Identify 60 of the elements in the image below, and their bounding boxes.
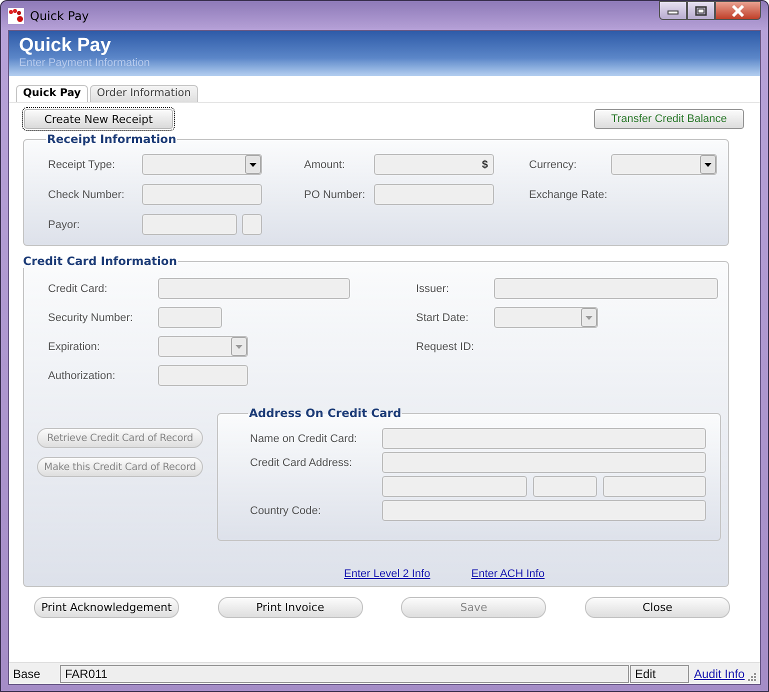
input-field[interactable] [494, 278, 718, 299]
transfer-balance-button[interactable]: Transfer Credit Balance [594, 109, 744, 129]
field-label: Name on Credit Card: [250, 432, 358, 444]
tab[interactable]: Quick Pay [16, 85, 88, 102]
dropdown-field[interactable] [142, 154, 262, 175]
info-link[interactable]: Enter ACH Info [471, 568, 545, 580]
amount-field[interactable]: $ [374, 154, 494, 175]
section-title: Address On Credit Card [248, 406, 402, 420]
field-label: Amount: [304, 158, 346, 170]
section-title: Receipt Information [46, 132, 178, 146]
input-field[interactable] [158, 307, 222, 328]
maximize-icon [695, 6, 707, 16]
info-link[interactable]: Enter Level 2 Info [344, 568, 430, 580]
create-receipt-button[interactable]: Create New Receipt [24, 109, 173, 129]
maximize-button[interactable] [687, 1, 715, 20]
input-field[interactable] [142, 214, 237, 235]
form-code-field: FAR011 [60, 664, 629, 682]
minimize-button[interactable] [659, 1, 687, 20]
input-field[interactable] [142, 184, 262, 205]
field-label: Issuer: [416, 282, 450, 294]
input-field[interactable] [158, 278, 350, 299]
state-field: Edit [630, 664, 689, 682]
input-field[interactable] [382, 500, 706, 521]
page-title: Quick Pay [19, 35, 112, 57]
close-button[interactable] [715, 1, 761, 20]
close-icon [731, 4, 745, 16]
field-label: Authorization: [48, 370, 116, 382]
window-title: Quick Pay [30, 8, 90, 22]
field-label: Currency: [529, 158, 578, 170]
input-field[interactable] [382, 452, 706, 473]
input-field[interactable] [158, 365, 248, 386]
dropdown-field[interactable] [611, 154, 717, 175]
field-label: Exchange Rate: [529, 188, 608, 200]
input-field[interactable] [374, 184, 494, 205]
field-label: Country Code: [250, 504, 322, 516]
field-label: Credit Card: [48, 282, 108, 294]
field-label: Check Number: [48, 188, 126, 200]
page-subtitle: Enter Payment Information [19, 57, 151, 69]
field-label: Credit Card Address: [250, 456, 354, 468]
field-label: Start Date: [416, 312, 470, 324]
input-field[interactable] [382, 428, 706, 449]
city-field[interactable] [382, 476, 527, 497]
section-title: Credit Card Information [22, 254, 178, 268]
lookup-field[interactable] [242, 214, 262, 235]
field-label: Receipt Type: [48, 158, 116, 170]
postal-code-field[interactable] [603, 476, 706, 497]
action-button[interactable]: Print Acknowledgement [34, 597, 179, 618]
field-label: Security Number: [48, 312, 134, 324]
state-field[interactable] [533, 476, 597, 497]
field-label: Request ID: [416, 340, 476, 352]
field-label: PO Number: [304, 188, 366, 200]
action-button[interactable]: Close [584, 597, 730, 618]
app-icon [8, 8, 24, 24]
audit-info-link[interactable]: Audit Info [694, 666, 745, 680]
resize-grip-icon[interactable] [746, 672, 757, 682]
action-button[interactable]: Print Invoice [218, 597, 363, 618]
field-label: Payor: [48, 218, 81, 230]
field-label: Expiration: [48, 340, 101, 352]
mode-label: Base [13, 666, 42, 680]
tab[interactable]: Order Information [90, 85, 198, 102]
